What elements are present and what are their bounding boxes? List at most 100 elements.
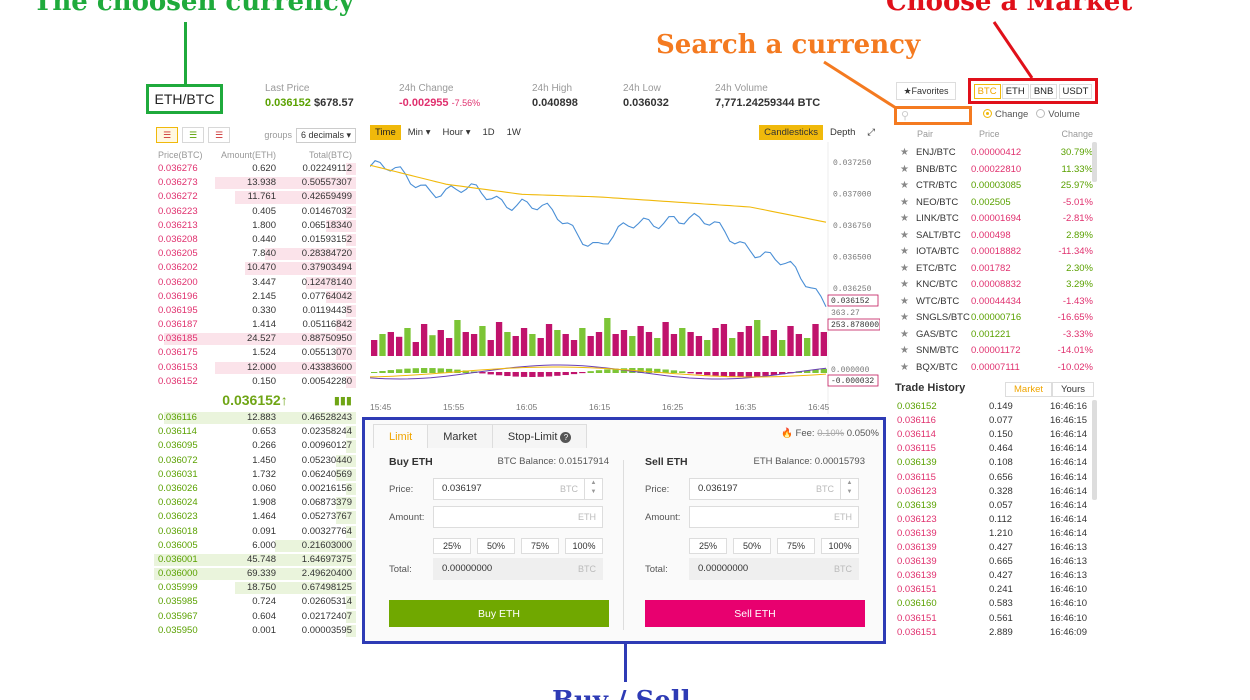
pair-list-scrollbar[interactable] xyxy=(1092,142,1097,182)
star-icon[interactable]: ★ xyxy=(893,360,909,377)
ask-order-row[interactable]: 0.036152 0.150 0.00542280 xyxy=(154,375,356,389)
interval-1d[interactable]: 1D xyxy=(477,125,499,140)
ask-order-row[interactable]: 0.036196 2.145 0.07764042 xyxy=(154,290,356,304)
buy-price-input[interactable]: 0.036197 BTC ▲ ▼ xyxy=(433,478,603,500)
star-icon[interactable]: ★ xyxy=(893,145,909,162)
ask-order-row[interactable]: 0.036202 10.470 0.37903494 xyxy=(154,261,356,275)
buy-amount-input[interactable]: ETH xyxy=(433,506,603,528)
bid-order-row[interactable]: 0.036000 69.339 2.49620400 xyxy=(154,567,356,581)
ask-order-row[interactable]: 0.036205 7.840 0.28384720 xyxy=(154,247,356,261)
bid-order-row[interactable]: 0.036095 0.266 0.00960127 xyxy=(154,439,356,453)
view-bids-icon[interactable]: ☰ xyxy=(182,127,204,143)
pair-row[interactable]: ★ LINK/BTC 0.00001694 -2.81% xyxy=(893,211,1093,228)
ask-order-row[interactable]: 0.036208 0.440 0.01593152 xyxy=(154,233,356,247)
pair-row[interactable]: ★ ETC/BTC 0.001782 2.30% xyxy=(893,261,1093,278)
help-icon[interactable]: ? xyxy=(560,432,572,443)
th-tab-yours[interactable]: Yours xyxy=(1052,382,1094,397)
sell-price-input[interactable]: 0.036197 BTC ▲ ▼ xyxy=(689,478,859,500)
sort-change-radio[interactable]: Change xyxy=(983,109,1028,120)
buy-pct-100[interactable]: 100% xyxy=(565,538,603,554)
price-stepper-icon[interactable]: ▲ ▼ xyxy=(840,479,858,499)
pair-row[interactable]: ★ NEO/BTC 0.002505 -5.01% xyxy=(893,195,1093,212)
ask-order-row[interactable]: 0.036195 0.330 0.01194435 xyxy=(154,304,356,318)
star-icon[interactable]: ★ xyxy=(893,343,909,360)
buy-pct-75[interactable]: 75% xyxy=(521,538,559,554)
tab-stop-limit[interactable]: Stop-Limit ? xyxy=(491,424,588,448)
bid-order-row[interactable]: 0.036001 45.748 1.64697375 xyxy=(154,553,356,567)
tab-limit[interactable]: Limit xyxy=(373,424,429,448)
bid-order-row[interactable]: 0.036031 1.732 0.06240569 xyxy=(154,468,356,482)
buy-button[interactable]: Buy ETH xyxy=(389,600,609,627)
star-icon[interactable]: ★ xyxy=(893,310,909,327)
bid-order-row[interactable]: 0.035999 18.750 0.67498125 xyxy=(154,581,356,595)
pair-row[interactable]: ★ ENJ/BTC 0.00000412 30.79% xyxy=(893,145,1093,162)
trade-history-scrollbar[interactable] xyxy=(1092,400,1097,500)
ask-order-row[interactable]: 0.036213 1.800 0.06518340 xyxy=(154,219,356,233)
market-tab-eth[interactable]: ETH xyxy=(1001,83,1029,99)
bid-order-row[interactable]: 0.036072 1.450 0.05230440 xyxy=(154,454,356,468)
bid-order-row[interactable]: 0.036018 0.091 0.00327764 xyxy=(154,525,356,539)
selected-pair[interactable]: ETH/BTC xyxy=(146,84,223,114)
pair-row[interactable]: ★ BQX/BTC 0.00007111 -10.02% xyxy=(893,360,1093,377)
bid-order-row[interactable]: 0.036114 0.653 0.02358244 xyxy=(154,425,356,439)
ask-order-row[interactable]: 0.036276 0.620 0.02249112 xyxy=(154,162,356,176)
sell-pct-75[interactable]: 75% xyxy=(777,538,815,554)
ask-order-row[interactable]: 0.036272 11.761 0.42659499 xyxy=(154,190,356,204)
groups-select[interactable]: 6 decimals ▾ xyxy=(295,127,356,143)
interval-1w[interactable]: 1W xyxy=(502,125,526,140)
sell-pct-25[interactable]: 25% xyxy=(689,538,727,554)
sell-pct-100[interactable]: 100% xyxy=(821,538,859,554)
star-icon[interactable]: ★ xyxy=(893,162,909,179)
bid-order-row[interactable]: 0.035950 0.001 0.00003595 xyxy=(154,624,356,638)
depth-button[interactable]: Depth xyxy=(825,125,860,140)
sell-amount-input[interactable]: ETH xyxy=(689,506,859,528)
star-icon[interactable]: ★ xyxy=(893,244,909,261)
bid-order-row[interactable]: 0.036026 0.060 0.00216156 xyxy=(154,482,356,496)
ask-order-row[interactable]: 0.036273 13.938 0.50557307 xyxy=(154,176,356,190)
favorites-button[interactable]: ★Favorites xyxy=(896,82,956,100)
sort-volume-radio[interactable]: Volume xyxy=(1036,109,1080,120)
pair-row[interactable]: ★ CTR/BTC 0.00003085 25.97% xyxy=(893,178,1093,195)
pair-row[interactable]: ★ BNB/BTC 0.00022810 11.33% xyxy=(893,162,1093,179)
price-stepper-icon[interactable]: ▲ ▼ xyxy=(584,479,602,499)
pair-row[interactable]: ★ GAS/BTC 0.001221 -3.33% xyxy=(893,327,1093,344)
bid-order-row[interactable]: 0.036116 12.883 0.46528243 xyxy=(154,411,356,425)
interval-min[interactable]: Min ▾ xyxy=(403,125,436,140)
ask-order-row[interactable]: 0.036200 3.447 0.12478140 xyxy=(154,276,356,290)
star-icon[interactable]: ★ xyxy=(893,228,909,245)
star-icon[interactable]: ★ xyxy=(893,195,909,212)
market-tab-btc[interactable]: BTC xyxy=(973,83,1001,99)
tab-market[interactable]: Market xyxy=(427,424,493,448)
star-icon[interactable]: ★ xyxy=(893,327,909,344)
star-icon[interactable]: ★ xyxy=(893,211,909,228)
pair-row[interactable]: ★ SNM/BTC 0.00001172 -14.01% xyxy=(893,343,1093,360)
bid-order-row[interactable]: 0.035985 0.724 0.02605314 xyxy=(154,595,356,609)
bid-order-row[interactable]: 0.036005 6.000 0.21603000 xyxy=(154,539,356,553)
th-tab-market[interactable]: Market xyxy=(1005,382,1053,397)
pair-row[interactable]: ★ KNC/BTC 0.00008832 3.29% xyxy=(893,277,1093,294)
view-both-icon[interactable]: ☰ xyxy=(156,127,178,143)
star-icon[interactable]: ★ xyxy=(893,178,909,195)
bid-order-row[interactable]: 0.036024 1.908 0.06873379 xyxy=(154,496,356,510)
search-input[interactable]: ⚲ xyxy=(894,106,972,125)
sell-pct-50[interactable]: 50% xyxy=(733,538,771,554)
ask-order-row[interactable]: 0.036185 24.527 0.88750950 xyxy=(154,332,356,346)
market-tab-bnb[interactable]: BNB xyxy=(1029,83,1058,99)
interval-hour[interactable]: Hour ▾ xyxy=(437,125,475,140)
fullscreen-icon[interactable]: ⤢ xyxy=(862,125,880,140)
interval-time[interactable]: Time xyxy=(370,124,401,140)
pair-row[interactable]: ★ IOTA/BTC 0.00018882 -11.34% xyxy=(893,244,1093,261)
star-icon[interactable]: ★ xyxy=(893,294,909,311)
ask-order-row[interactable]: 0.036175 1.524 0.05513070 xyxy=(154,346,356,360)
candlesticks-button[interactable]: Candlesticks xyxy=(759,124,824,140)
star-icon[interactable]: ★ xyxy=(893,277,909,294)
star-icon[interactable]: ★ xyxy=(893,261,909,278)
pair-row[interactable]: ★ SALT/BTC 0.000498 2.89% xyxy=(893,228,1093,245)
bid-order-row[interactable]: 0.036023 1.464 0.05273767 xyxy=(154,510,356,524)
bid-order-row[interactable]: 0.035967 0.604 0.02172407 xyxy=(154,610,356,624)
ask-order-row[interactable]: 0.036153 12.000 0.43383600 xyxy=(154,361,356,375)
buy-pct-50[interactable]: 50% xyxy=(477,538,515,554)
pair-row[interactable]: ★ WTC/BTC 0.00044434 -1.43% xyxy=(893,294,1093,311)
view-asks-icon[interactable]: ☰ xyxy=(208,127,230,143)
ask-order-row[interactable]: 0.036187 1.414 0.05116842 xyxy=(154,318,356,332)
